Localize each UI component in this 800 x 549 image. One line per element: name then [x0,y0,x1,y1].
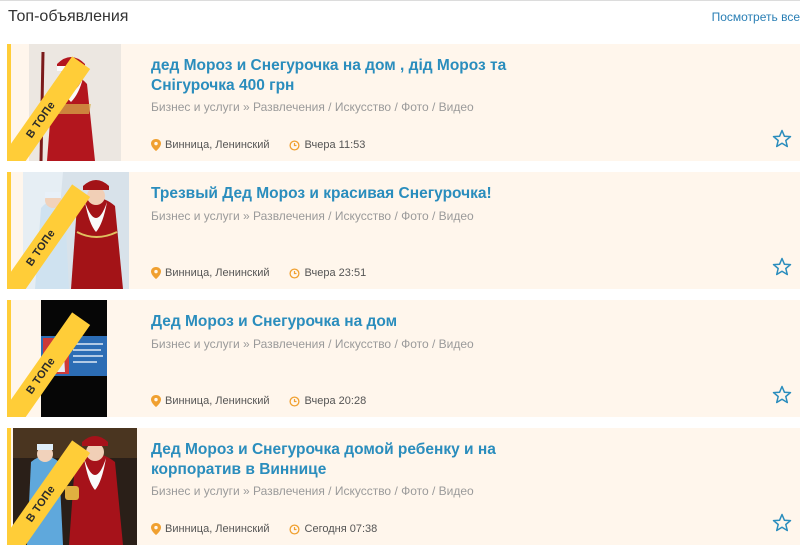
location-pin-icon [151,267,161,279]
listing-category: Бизнес и услуги » Развлечения / Искусств… [151,337,474,351]
listing-thumbnail[interactable]: В ТОПе [11,172,136,289]
view-all-link[interactable]: Посмотреть все [712,10,800,24]
favorite-star-icon[interactable] [772,513,792,533]
clock-icon [289,523,300,535]
section-header: Топ-объявления Посмотреть все [0,0,800,38]
listing-time: Вчера 20:28 [304,395,367,407]
listing-card[interactable]: В ТОПе Дед Мороз и Снегурочка домой ребе… [7,428,800,545]
listing-location: Винница, Ленинский [165,139,270,151]
listing-thumbnail[interactable]: В ТОПе [11,44,136,161]
listing-time: Вчера 11:53 [304,139,366,151]
favorite-star-icon[interactable] [772,129,792,149]
listing-meta: Винница, Ленинский Вчера 11:53 [151,139,365,151]
clock-icon [289,395,300,407]
listing-thumbnail[interactable]: В ТОПе [11,428,137,545]
listing-location: Винница, Ленинский [165,267,270,279]
listing-time: Вчера 23:51 [304,267,367,279]
listing-location: Винница, Ленинский [165,523,270,535]
favorite-star-icon[interactable] [772,385,792,405]
listing-meta: Винница, Ленинский Сегодня 07:38 [151,523,377,535]
listing-title[interactable]: дед Мороз и Снегурочка на дом , дід Моро… [151,56,531,96]
location-pin-icon [151,395,161,407]
location-pin-icon [151,139,161,151]
listing-card[interactable]: В ТОПе дед Мороз и Снегурочка на дом , д… [7,44,800,161]
listing-category: Бизнес и услуги » Развлечения / Искусств… [151,209,474,223]
clock-icon [289,139,300,151]
listing-category: Бизнес и услуги » Развлечения / Искусств… [151,100,474,114]
listing-title[interactable]: Трезвый Дед Мороз и красивая Снегурочка! [151,184,531,204]
location-pin-icon [151,523,161,535]
listing-title[interactable]: Дед Мороз и Снегурочка домой ребенку и н… [151,440,531,480]
listing-thumbnail[interactable]: В ТОПе [11,300,136,417]
clock-icon [289,267,300,279]
listing-meta: Винница, Ленинский Вчера 20:28 [151,395,366,407]
listing-location: Винница, Ленинский [165,395,270,407]
listing-time: Сегодня 07:38 [304,523,378,535]
section-title: Топ-объявления [8,8,129,25]
listing-category: Бизнес и услуги » Развлечения / Искусств… [151,484,474,498]
listing-title[interactable]: Дед Мороз и Снегурочка на дом [151,312,531,332]
listing-meta: Винница, Ленинский Вчера 23:51 [151,267,366,279]
listing-card[interactable]: В ТОПе Трезвый Дед Мороз и красивая Снег… [7,172,800,289]
favorite-star-icon[interactable] [772,257,792,277]
listing-card[interactable]: В ТОПе Дед Мороз и Снегурочка на дом Биз… [7,300,800,417]
